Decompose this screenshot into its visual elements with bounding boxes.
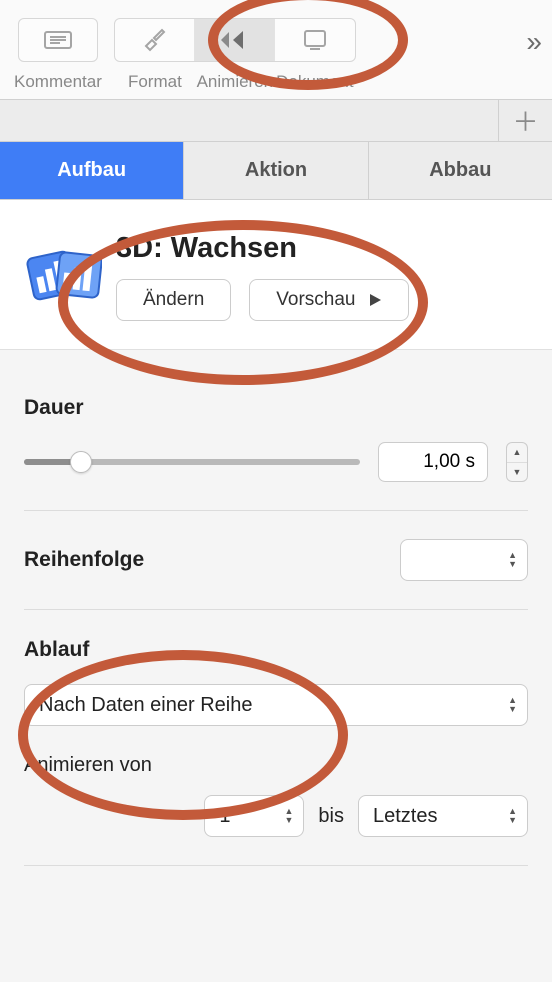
animation-phase-tabs: Aufbau Aktion Abbau — [0, 142, 552, 200]
chevron-updown-icon: ▲▼ — [285, 807, 294, 825]
delivery-label: Ablauf — [24, 638, 528, 662]
duration-label: Dauer — [24, 396, 528, 420]
comment-label: Kommentar — [14, 72, 102, 92]
delivery-select[interactable]: Nach Daten einer Reihe ▲▼ — [24, 684, 528, 726]
animate-icon — [219, 29, 249, 51]
overflow-chevron-icon[interactable]: » — [526, 26, 542, 58]
slider-thumb[interactable] — [70, 451, 92, 473]
add-tab-button[interactable]: ＋ — [498, 100, 552, 141]
order-label: Reihenfolge — [24, 548, 382, 572]
format-button[interactable] — [115, 19, 195, 61]
duration-stepper[interactable]: ▲ ▼ — [506, 442, 528, 482]
effect-title: 3D: Wachsen — [116, 232, 409, 265]
chevron-updown-icon: ▲▼ — [508, 807, 517, 825]
effect-buttons: Ändern Vorschau — [116, 279, 409, 321]
animate-label: Animieren — [195, 72, 275, 92]
tool-group-inspector: Format Animieren Dokument — [114, 18, 356, 92]
to-value: Letztes — [373, 805, 437, 828]
format-label: Format — [115, 72, 195, 92]
duration-slider[interactable] — [24, 452, 360, 472]
from-select[interactable]: 1 ▲▼ — [204, 795, 304, 837]
section-duration: Dauer ▲ ▼ — [24, 368, 528, 511]
chevron-updown-icon: ▲▼ — [508, 551, 517, 569]
tab-abbau[interactable]: Abbau — [369, 142, 552, 199]
bis-label: bis — [318, 805, 344, 828]
effect-header: 3D: Wachsen Ändern Vorschau — [0, 200, 552, 350]
comment-icon — [44, 31, 72, 49]
delivery-value: Nach Daten einer Reihe — [39, 694, 252, 717]
order-select[interactable]: ▲▼ — [400, 539, 528, 581]
to-select[interactable]: Letztes ▲▼ — [358, 795, 528, 837]
inspector-segment — [114, 18, 356, 62]
chart-3d-icon — [24, 238, 102, 321]
change-button-label: Ändern — [143, 289, 204, 311]
from-value: 1 — [219, 805, 230, 828]
tool-group-comment: Kommentar — [14, 18, 102, 92]
toolbar: Kommentar Format Animieren Dokument » — [0, 0, 552, 100]
chevron-updown-icon: ▲▼ — [508, 696, 517, 714]
settings-panel: Dauer ▲ ▼ Reihenfolge ▲▼ Ablauf — [0, 350, 552, 866]
preview-button[interactable]: Vorschau — [249, 279, 408, 321]
section-order: Reihenfolge ▲▼ — [24, 511, 528, 610]
tab-aufbau[interactable]: Aufbau — [0, 142, 184, 199]
animate-from-label: Animieren von — [24, 754, 528, 777]
duration-input[interactable] — [378, 442, 488, 482]
animate-range-row: 1 ▲▼ bis Letztes ▲▼ — [24, 795, 528, 837]
document-button[interactable] — [275, 19, 355, 61]
document-icon — [304, 30, 326, 50]
change-button[interactable]: Ändern — [116, 279, 231, 321]
comment-button[interactable] — [18, 18, 98, 62]
effect-info: 3D: Wachsen Ändern Vorschau — [116, 232, 409, 321]
slide-tabstrip: ＋ — [0, 100, 552, 142]
tab-aktion[interactable]: Aktion — [184, 142, 368, 199]
document-label: Dokument — [275, 72, 355, 92]
preview-button-label: Vorschau — [276, 289, 355, 311]
stepper-down-icon[interactable]: ▼ — [507, 463, 527, 482]
section-delivery: Ablauf Nach Daten einer Reihe ▲▼ Animier… — [24, 610, 528, 866]
stepper-up-icon[interactable]: ▲ — [507, 443, 527, 463]
brush-icon — [142, 28, 166, 52]
animate-button[interactable] — [195, 19, 275, 61]
play-icon — [368, 293, 382, 307]
inspector-labels: Format Animieren Dokument — [115, 72, 355, 92]
